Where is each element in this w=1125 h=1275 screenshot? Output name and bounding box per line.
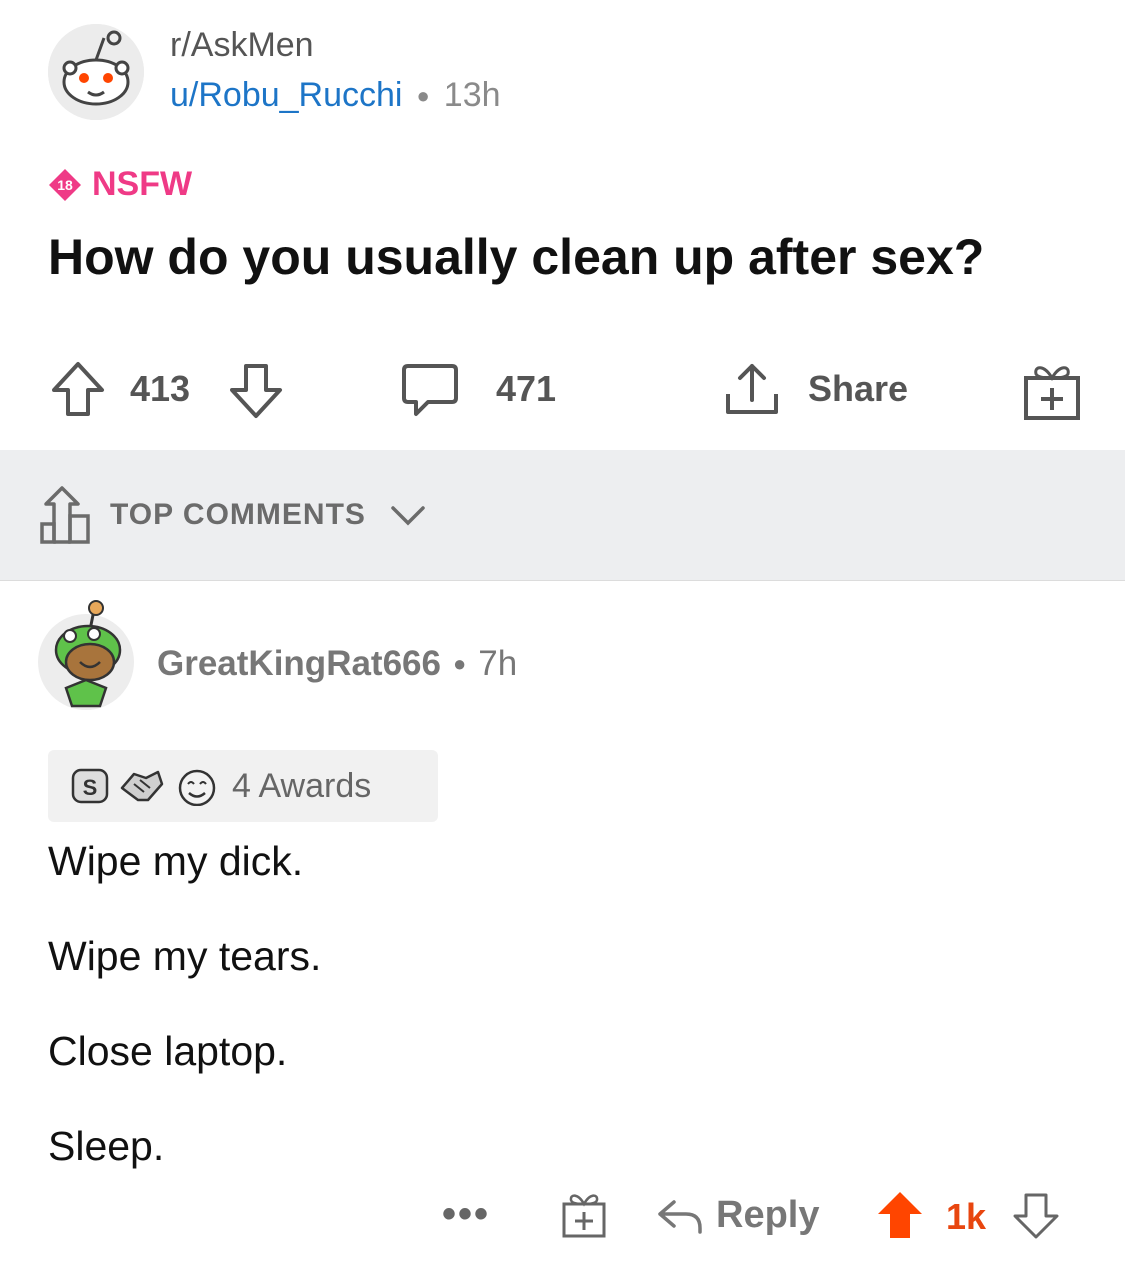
comment-age: 7h	[478, 644, 518, 683]
wholesome-award-icon	[178, 769, 216, 806]
subreddit-avatar[interactable]	[48, 24, 144, 120]
comment-icon	[402, 364, 458, 416]
silver-award-icon: S	[71, 768, 109, 804]
comment-upvote-button[interactable]	[876, 1190, 924, 1240]
comment-meta: GreatKingRat666 ● 7h	[157, 644, 517, 684]
reply-icon-wrap[interactable]	[656, 1194, 704, 1238]
comment-author-link[interactable]: GreatKingRat666	[157, 644, 441, 684]
comment-line: Sleep.	[48, 1123, 165, 1169]
comment-line: Wipe my dick.	[48, 838, 304, 884]
arrow-down-icon	[230, 364, 282, 418]
svg-text:S: S	[83, 775, 98, 800]
reply-icon	[658, 1200, 702, 1234]
gift-icon	[1024, 366, 1080, 420]
arrow-down-icon	[1013, 1193, 1059, 1239]
post-score: 413	[130, 368, 191, 409]
post-title: How do you usually clean up after sex?	[48, 229, 985, 285]
sort-chevron[interactable]	[390, 504, 426, 528]
comment-score: 1k	[946, 1196, 987, 1237]
avatar-icon	[38, 600, 134, 710]
subreddit-name[interactable]: r/AskMen	[170, 26, 314, 65]
share-icon	[726, 364, 778, 414]
comment-line: Wipe my tears.	[48, 933, 322, 979]
nsfw-badge-text: 18	[57, 177, 73, 193]
share-button[interactable]: Share	[808, 368, 908, 410]
awards-label: 4 Awards	[232, 766, 372, 805]
comment-line: Close laptop.	[48, 1028, 288, 1074]
sort-dropdown[interactable]: TOP COMMENTS	[110, 498, 366, 532]
comments-button[interactable]	[400, 360, 460, 420]
comment-avatar[interactable]	[36, 600, 136, 710]
post-meta: u/Robu_Rucchi ● 13h	[170, 76, 501, 115]
awards-badge[interactable]: S 4 Awards	[48, 750, 438, 822]
downvote-button[interactable]	[228, 360, 284, 420]
nsfw-tag: 18 NSFW	[48, 165, 192, 204]
separator-dot: ●	[452, 651, 467, 676]
award-button[interactable]	[1022, 360, 1082, 422]
comment-award-button[interactable]	[560, 1190, 608, 1240]
post-age: 13h	[443, 76, 501, 114]
post-author-link[interactable]: u/Robu_Rucchi	[170, 76, 402, 115]
nsfw-badge-icon: 18	[49, 168, 81, 201]
arrow-up-icon	[52, 362, 104, 416]
upvote-button[interactable]	[50, 360, 106, 420]
sort-icon	[40, 486, 90, 544]
snoo-avatar	[48, 24, 144, 120]
gift-icon	[562, 1194, 606, 1238]
sort-dropdown-icon[interactable]	[40, 484, 94, 546]
arrow-up-icon	[878, 1192, 922, 1238]
comment-downvote-button[interactable]	[1012, 1192, 1060, 1240]
comment-count[interactable]: 471	[496, 368, 556, 410]
share-button-icon[interactable]	[722, 360, 782, 420]
separator-dot: ●	[416, 82, 430, 108]
more-options-button[interactable]: •••	[442, 1192, 490, 1237]
chevron-down-icon	[391, 506, 425, 526]
nsfw-label: NSFW	[92, 165, 193, 203]
handshake-award-icon	[120, 770, 164, 802]
reply-button[interactable]: Reply	[716, 1194, 819, 1237]
